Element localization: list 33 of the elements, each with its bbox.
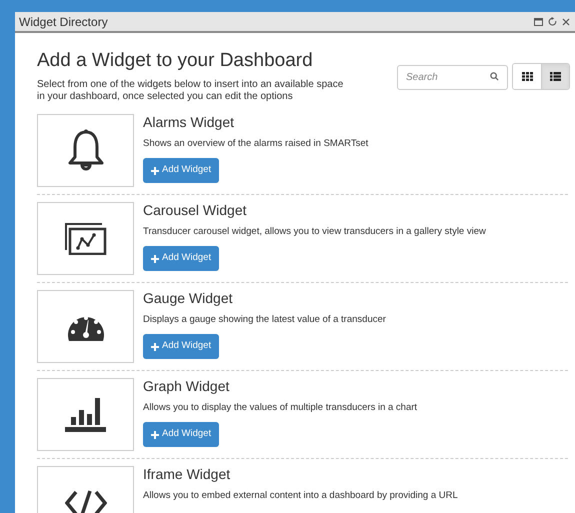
plus-icon (151, 342, 159, 350)
close-icon[interactable] (562, 18, 570, 26)
plus-icon (151, 166, 159, 174)
widget-name: Iframe Widget (143, 466, 230, 483)
widget-name: Carousel Widget (143, 202, 246, 219)
bell-icon (66, 128, 106, 172)
page-description: Select from one of the widgets below to insert into an available space in your dashboard, once selected you can edit the options (37, 79, 344, 103)
widget-name: Alarms Widget (143, 114, 234, 131)
add-widget-button[interactable]: Add Widget (143, 246, 220, 271)
bar-chart-icon (64, 398, 106, 432)
add-widget-button[interactable]: Add Widget (143, 422, 220, 447)
search-field[interactable]: Search (397, 65, 508, 90)
widget-name: Graph Widget (143, 378, 230, 395)
refresh-icon[interactable] (548, 17, 557, 26)
list-view-button[interactable] (541, 64, 569, 89)
page-heading: Add a Widget to your Dashboard (37, 50, 314, 72)
add-widget-button[interactable]: Add Widget (143, 334, 220, 359)
widget-name: Gauge Widget (143, 290, 232, 307)
plus-icon (151, 430, 159, 438)
code-icon (64, 490, 106, 513)
widget-description: Allows you to display the values of multiple transducers in a chart (143, 402, 418, 414)
widget-description: Allows you to embed external content into a dashboard by providing a URL (143, 490, 458, 502)
search-icon (490, 72, 499, 81)
widget-description: Shows an overview of the alarms raised in SMARTset (143, 138, 368, 150)
widget-description: Displays a gauge showing the latest value of a transducer (143, 314, 386, 326)
add-widget-button[interactable]: Add Widget (143, 158, 220, 183)
chart-slides-icon (64, 222, 106, 254)
window-restore-icon[interactable] (534, 18, 543, 26)
widget-description: Transducer carousel widget, allows you to view transducers in a gallery style view (143, 226, 486, 238)
grid-icon (522, 72, 532, 81)
window-title: Widget Directory (19, 14, 108, 30)
plus-icon (151, 254, 159, 262)
list-icon (550, 72, 561, 81)
